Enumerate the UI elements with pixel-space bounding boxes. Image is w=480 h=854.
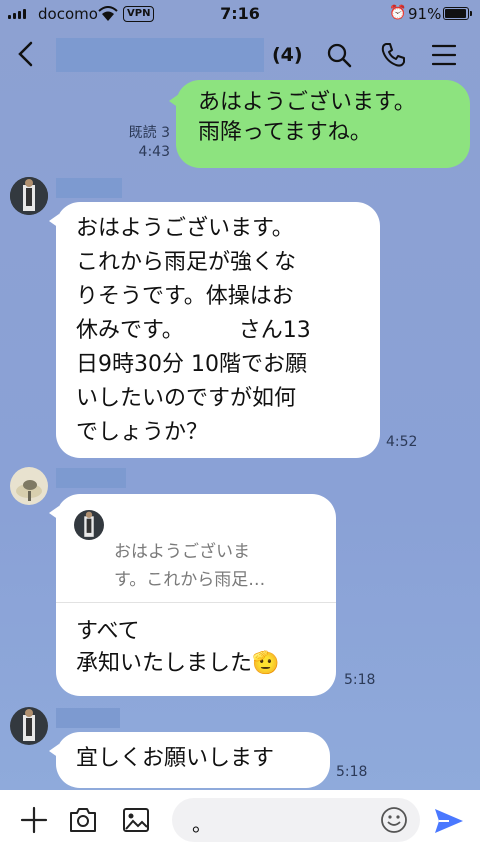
chat-title-redacted[interactable] [56,38,264,72]
incoming-reply-bubble[interactable]: おはようございま す。これから雨足… すべて 承知いたしました🫡 [49,494,336,696]
sender-name-redacted [56,468,126,488]
battery-icon [443,7,472,20]
status-bar: docomo VPN 7:16 ⏰ 91% [0,0,480,30]
quoted-message[interactable]: おはようございま す。これから雨足… [56,494,336,603]
message-text: 宜しくお願いします [76,746,275,771]
back-button[interactable] [14,40,38,72]
avatar[interactable] [10,177,48,215]
message-line: でしょうか？ [76,420,209,445]
message-input-value: 。 [192,812,212,836]
quoted-line: おはようございま [114,542,250,562]
message-time: 5:18 [336,764,368,780]
message-input-bar: 。 [0,790,480,854]
message-line: おはようございます。 [76,216,294,241]
camera-icon[interactable] [68,806,98,838]
reply-body: すべて 承知いたしました🫡 [76,616,279,680]
message-line: すべて [76,619,140,644]
message-line: 雨降ってますね。 [198,120,372,145]
message-line: りそうです。体操はお [76,284,294,309]
message-time: 4:52 [386,434,418,450]
message-line: いしたいのですが如何 [76,386,297,411]
quoted-text: おはようございま す。これから雨足… [114,538,265,594]
incoming-message-bubble[interactable]: 宜しくお願いします [49,732,330,788]
message-line: 日9時30分 10階でお願 [76,352,307,377]
chat-header: (4) [0,30,480,82]
quoted-avatar [74,510,104,540]
member-count: (4) [272,44,303,66]
emoji-icon[interactable] [380,806,408,838]
send-icon[interactable] [433,806,465,840]
avatar[interactable] [10,707,48,745]
message-line: 承知いたしました🫡 [76,648,279,680]
menu-icon[interactable] [431,44,457,70]
search-icon[interactable] [326,42,352,72]
read-receipt: 既読 3 [128,125,170,141]
image-icon[interactable] [122,806,150,838]
avatar[interactable] [10,467,48,505]
message-line-text: 承知いたしました [76,651,253,676]
message-time: 5:18 [344,672,376,688]
message-input[interactable]: 。 [172,798,420,842]
message-line: これから雨足が強くな [76,250,297,275]
quoted-line: す。これから雨足… [114,570,266,590]
outgoing-message-bubble[interactable]: あはようございます。 雨降ってますね。 [169,80,470,168]
message-line: 休みです。 さん13 [76,318,311,343]
battery-percent: 91% [408,5,442,23]
salute-emoji: 🫡 [252,651,280,676]
message-line: あはようございます。 [198,90,416,115]
sender-name-redacted [56,708,120,728]
incoming-message-bubble[interactable]: おはようございます。 これから雨足が強くな りそうです。体操はお 休みです。 さ… [49,202,380,458]
sender-name-redacted [56,178,122,198]
plus-icon[interactable] [20,806,48,838]
phone-icon[interactable] [380,42,406,72]
message-time: 4:43 [138,144,170,160]
alarm-icon: ⏰ [389,5,407,21]
